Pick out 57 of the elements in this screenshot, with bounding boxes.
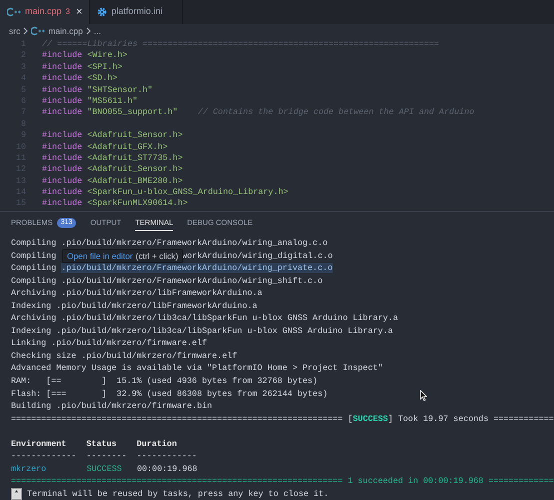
tab-label: platformio.ini: [111, 5, 162, 18]
code-line: #include <SparkFun_u-blox_GNSS_Arduino_Library.h>: [42, 187, 288, 198]
terminal-text: 00:00:19.968: [136, 464, 198, 474]
breadcrumb-item[interactable]: main.cpp: [48, 24, 83, 38]
code-line: #include <Adafruit_Sensor.h>: [42, 164, 183, 176]
terminal-text: SUCCESS: [86, 464, 122, 474]
terminal-text: Compiling .pio/build/mkrzero/FrameworkArduino/wiring_shift.c.o: [11, 276, 323, 286]
tab-label: main.cpp: [25, 5, 62, 18]
tooltip-hint: (ctrl + click): [136, 250, 178, 262]
terminal-text: Compiling .pio/build/mkrzero/FrameworkArduino/wiring_analog.c.o: [11, 238, 328, 248]
terminal-text: Environment Status Duration: [11, 438, 177, 449]
code-line: #include <Wire.h>: [42, 50, 128, 62]
chevron-icon: [86, 27, 91, 35]
breadcrumb-item[interactable]: src: [9, 24, 20, 38]
terminal-text: ================================================================== 1 succeeded in 00:00:19.968 =============: [11, 476, 554, 486]
terminal-text: workArduino/wiring_digital.c.o: [182, 250, 333, 262]
terminal-text: ] Took 19.97 seconds ============: [388, 414, 554, 424]
terminal-text: SUCCESS: [352, 414, 388, 424]
error-count: 3: [66, 6, 70, 18]
key-indicator: *: [11, 488, 22, 500]
file-link[interactable]: .pio/build/mkrzero/FrameworkArduino/wiring_private.c.o: [61, 263, 333, 274]
terminal-text: Terminal will be reused by tasks, press any key to close it.: [26, 488, 329, 499]
breadcrumb-item[interactable]: ...: [94, 24, 101, 38]
code-line: #include "SHTSensor.h": [42, 84, 153, 96]
terminal-text: mkrzero: [11, 464, 46, 474]
terminal-text: Compiling: [11, 263, 58, 274]
code-line: #include "MS5611.h": [42, 96, 138, 108]
code-line: #include "BNO055_support.h" // Contains the bridge code between the API and Arduino: [42, 107, 474, 119]
terminal-text: Archiving .pio/build/mkrzero/lib3ca/libSparkFun u-blox GNSS Arduino Library.a: [11, 313, 398, 324]
cpp-file-icon: [31, 26, 46, 36]
terminal-text: Indexing .pio/build/mkrzero/libFrameworkArduino.a: [11, 300, 258, 311]
tooltip-link[interactable]: Open file in editor: [67, 250, 133, 262]
terminal-text: ------------- -------- ------------: [11, 451, 197, 462]
close-icon[interactable]: ×: [76, 4, 82, 20]
gear-icon: [97, 7, 108, 17]
code-line: #include <SparkFunMLX90614.h>: [42, 198, 188, 210]
terminal-text: Flash: [=== ] 32.9% (used 86308 bytes from 262144 bytes): [11, 388, 328, 399]
chevron-icon: [23, 27, 28, 35]
code-line: #include <Adafruit_BME280.h>: [42, 176, 183, 188]
editor-tab[interactable]: main.cpp 3 ×: [0, 0, 90, 24]
terminal-text: Checking size .pio/build/mkrzero/firmware.elf: [11, 350, 238, 361]
terminal-text: ================================================================== [: [11, 414, 353, 424]
terminal-text: Compiling: [11, 250, 56, 261]
terminal-text: Archiving .pio/build/mkrzero/libFrameworkArduino.a: [11, 288, 262, 298]
code-line: #include <Adafruit_Sensor.h>: [42, 130, 183, 142]
cpp-file-icon: [7, 7, 21, 17]
terminal-text: Building .pio/build/mkrzero/firmware.bin: [11, 401, 212, 412]
terminal-text: Linking .pio/build/mkrzero/firmware.elf: [11, 338, 208, 348]
terminal-text: Indexing .pio/build/mkrzero/lib3ca/libSparkFun u-blox GNSS Arduino Library.a: [11, 326, 393, 336]
code-line: // ======Librairies ===========================================================: [42, 39, 440, 50]
terminal-text: RAM: [== ] 15.1% (used 4936 bytes from 32768 bytes): [11, 376, 318, 386]
code-line: #include <Adafruit_ST7735.h>: [42, 152, 183, 164]
code-line: #include <SPI.h>: [42, 62, 122, 74]
code-line: #include <SD.h>: [42, 73, 118, 85]
code-line: #include <Adafruit_GFX.h>: [42, 142, 168, 153]
terminal-text: Advanced Memory Usage is available via "PlatformIO Home > Project Inspect": [11, 363, 383, 374]
mouse-cursor-icon: [420, 390, 427, 401]
